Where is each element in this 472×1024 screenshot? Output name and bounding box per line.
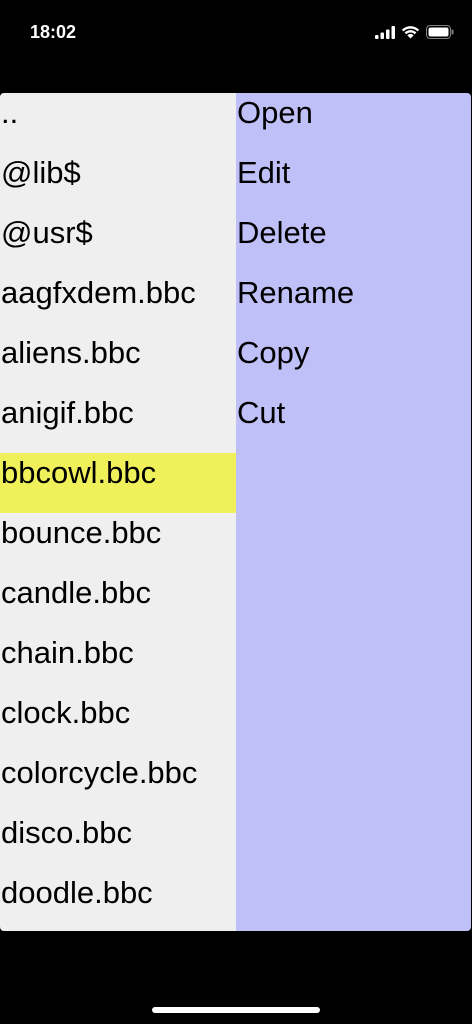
menu-item-delete[interactable]: Delete (236, 213, 471, 273)
menu-item-rename[interactable]: Rename (236, 273, 471, 333)
status-bar: 18:02 (0, 0, 472, 70)
file-item-chain[interactable]: chain.bbc (0, 633, 236, 693)
wifi-icon (401, 26, 420, 39)
status-time: 18:02 (30, 22, 77, 42)
file-item-clock[interactable]: clock.bbc (0, 693, 236, 753)
file-item-bbcowl-selected[interactable]: bbcowl.bbc (0, 453, 236, 513)
file-item-aagfxdem[interactable]: aagfxdem.bbc (0, 273, 236, 333)
signal-icon (375, 25, 395, 39)
menu-item-copy[interactable]: Copy (236, 333, 471, 393)
file-browser-panel: .. @lib$ @usr$ aagfxdem.bbc aliens.bbc a… (0, 93, 471, 931)
file-item-lib[interactable]: @lib$ (0, 153, 236, 213)
file-list[interactable]: .. @lib$ @usr$ aagfxdem.bbc aliens.bbc a… (0, 93, 236, 931)
menu-item-edit[interactable]: Edit (236, 153, 471, 213)
file-item-aliens[interactable]: aliens.bbc (0, 333, 236, 393)
file-item-anigif[interactable]: anigif.bbc (0, 393, 236, 453)
file-item-candle[interactable]: candle.bbc (0, 573, 236, 633)
home-indicator[interactable] (152, 1007, 320, 1013)
file-item-usr[interactable]: @usr$ (0, 213, 236, 273)
context-menu: Open Edit Delete Rename Copy Cut (236, 93, 471, 931)
file-item-colorcycle[interactable]: colorcycle.bbc (0, 753, 236, 813)
file-item-doodle[interactable]: doodle.bbc (0, 873, 236, 931)
menu-item-cut[interactable]: Cut (236, 393, 471, 453)
status-icons (375, 25, 454, 39)
file-item-parent[interactable]: .. (0, 93, 236, 153)
menu-item-open[interactable]: Open (236, 93, 471, 153)
file-item-bounce[interactable]: bounce.bbc (0, 513, 236, 573)
battery-icon (426, 25, 454, 39)
file-item-disco[interactable]: disco.bbc (0, 813, 236, 873)
